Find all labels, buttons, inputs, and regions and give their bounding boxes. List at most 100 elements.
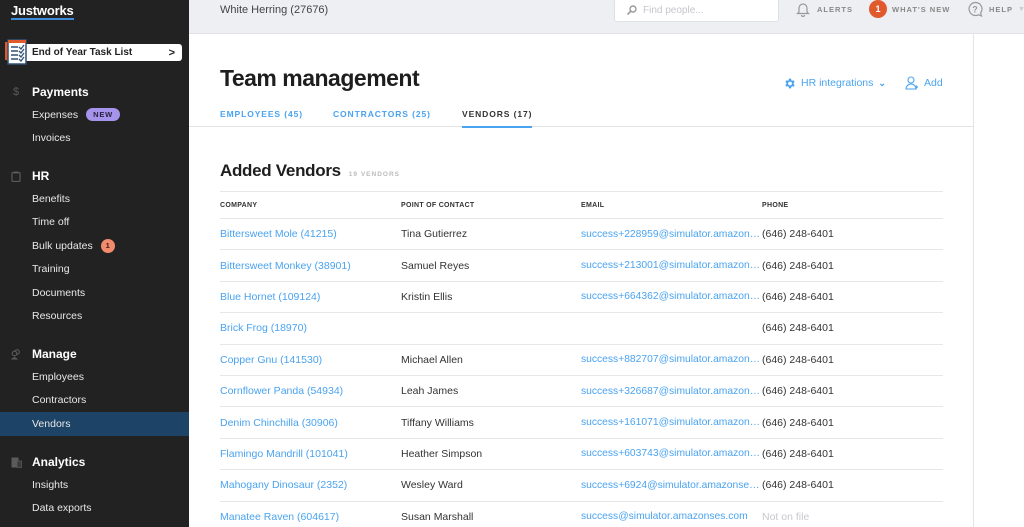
email-link[interactable]: success+603743@simulator.amazonses.com bbox=[581, 438, 762, 471]
email-link[interactable]: success+664362@simulator.amazonses.com bbox=[581, 281, 762, 314]
main-panel: Team management HR integrations ⌄ Add EM… bbox=[189, 34, 974, 527]
table-row[interactable]: Blue Hornet (109124) Kristin Ellis success… bbox=[220, 281, 943, 314]
column-header-contact[interactable]: POINT OF CONTACT bbox=[401, 191, 581, 219]
table-row[interactable]: Bittersweet Mole (41215) Tina Gutierrez su… bbox=[220, 218, 943, 251]
end-of-year-task-list-button[interactable]: End of Year Task List > bbox=[5, 39, 182, 65]
tab-employees[interactable]: EMPLOYEES (45) bbox=[220, 109, 303, 126]
whats-new-count-badge: 1 bbox=[869, 0, 887, 18]
vendors-table: COMPANY POINT OF CONTACT EMAIL PHONE Bit… bbox=[220, 191, 943, 527]
sidebar-item-label: Training bbox=[32, 263, 70, 276]
nav-header-analytics[interactable]: Analytics bbox=[0, 451, 189, 473]
email-link[interactable]: success+326687@simulator.amazonses.com bbox=[581, 375, 762, 408]
chevron-right-icon: > bbox=[168, 46, 175, 59]
sidebar-item-training[interactable]: Training bbox=[0, 258, 189, 282]
nav-header-label: HR bbox=[32, 169, 50, 183]
sidebar-item-label: Time off bbox=[32, 216, 70, 229]
email-link[interactable] bbox=[581, 312, 762, 345]
company-link[interactable]: Bittersweet Monkey (38901) bbox=[220, 249, 401, 282]
sidebar-item-label: Employees bbox=[32, 370, 84, 383]
phone-number: Not on file bbox=[762, 501, 943, 527]
phone-number: (646) 248-6401 bbox=[762, 406, 943, 439]
task-list-label: End of Year Task List bbox=[32, 47, 133, 58]
search-icon bbox=[626, 5, 637, 16]
nav-section-payments: $ Payments Expenses NEW Invoices bbox=[0, 81, 189, 150]
nav-header-hr[interactable]: HR bbox=[0, 165, 189, 187]
company-link[interactable]: Brick Frog (18970) bbox=[220, 312, 401, 345]
phone-number: (646) 248-6401 bbox=[762, 312, 943, 345]
contact-name: Michael Allen bbox=[401, 344, 581, 376]
phone-number: (646) 248-6401 bbox=[762, 469, 943, 502]
company-link[interactable]: Copper Gnu (141530) bbox=[220, 344, 401, 376]
phone-number: (646) 248-6401 bbox=[762, 249, 943, 282]
tab-vendors[interactable]: VENDORS (17) bbox=[462, 109, 533, 128]
tab-contractors[interactable]: CONTRACTORS (25) bbox=[333, 109, 431, 126]
sidebar-item-benefits[interactable]: Benefits bbox=[0, 187, 189, 211]
vendor-count: 19 VENDORS bbox=[348, 171, 400, 178]
justworks-logo[interactable]: Justworks bbox=[11, 4, 74, 20]
alerts-button[interactable]: ALERTS bbox=[795, 0, 853, 18]
sidebar-item-label: Data exports bbox=[32, 502, 92, 515]
table-row[interactable]: Manatee Raven (604617) Susan Marshall succ… bbox=[220, 501, 943, 527]
company-link[interactable]: Manatee Raven (604617) bbox=[220, 501, 401, 527]
hr-integrations-label: HR integrations bbox=[801, 77, 874, 89]
sidebar-item-data-exports[interactable]: Data exports bbox=[0, 497, 189, 521]
column-header-phone[interactable]: PHONE bbox=[762, 191, 943, 219]
help-label: HELP bbox=[989, 4, 1014, 14]
sidebar-item-label: Invoices bbox=[32, 132, 71, 145]
svg-text:?: ? bbox=[972, 4, 979, 14]
email-link[interactable]: success+161071@simulator.amazonses.com bbox=[581, 406, 762, 439]
company-link[interactable]: Denim Chinchilla (30906) bbox=[220, 406, 401, 439]
phone-number: (646) 248-6401 bbox=[762, 375, 943, 408]
sidebar-item-insights[interactable]: Insights bbox=[0, 473, 189, 497]
table-row[interactable]: Bittersweet Monkey (38901) Samuel Reyes su… bbox=[220, 249, 943, 282]
sidebar-item-resources[interactable]: Resources bbox=[0, 305, 189, 329]
sidebar-item-bulk-updates[interactable]: Bulk updates 1 bbox=[0, 234, 189, 258]
nav-header-payments[interactable]: $ Payments bbox=[0, 81, 189, 103]
sidebar-item-label: Insights bbox=[32, 478, 69, 491]
company-link[interactable]: Flamingo Mandrill (101041) bbox=[220, 438, 401, 471]
sidebar-item-time-off[interactable]: Time off bbox=[0, 211, 189, 235]
nav-header-manage[interactable]: Manage bbox=[0, 343, 189, 365]
search-box[interactable] bbox=[614, 0, 779, 22]
nav-header-label: Manage bbox=[32, 347, 77, 361]
sidebar-item-label: Expenses bbox=[32, 108, 79, 121]
sidebar: Justworks End of Year Task List > $ Paym… bbox=[0, 0, 189, 527]
sidebar-item-expenses[interactable]: Expenses NEW bbox=[0, 103, 189, 127]
table-row[interactable]: Brick Frog (18970) (646) 248-6401 bbox=[220, 312, 943, 345]
company-link[interactable]: Bittersweet Mole (41215) bbox=[220, 218, 401, 251]
contact-name: Susan Marshall bbox=[401, 501, 581, 527]
sidebar-item-contractors[interactable]: Contractors bbox=[0, 389, 189, 413]
add-label: Add bbox=[924, 77, 943, 89]
find-people-input[interactable] bbox=[643, 4, 773, 16]
checklist-icon bbox=[5, 39, 27, 65]
sidebar-item-invoices[interactable]: Invoices bbox=[0, 127, 189, 151]
company-link[interactable]: Mahogany Dinosaur (2352) bbox=[220, 469, 401, 502]
column-header-email[interactable]: EMAIL bbox=[581, 191, 762, 219]
company-link[interactable]: Blue Hornet (109124) bbox=[220, 281, 401, 314]
table-row[interactable]: Cornflower Panda (54934) Leah James succes… bbox=[220, 375, 943, 408]
table-row[interactable]: Mahogany Dinosaur (2352) Wesley Ward succe… bbox=[220, 469, 943, 502]
company-link[interactable]: Cornflower Panda (54934) bbox=[220, 375, 401, 408]
page-title: Team management bbox=[220, 65, 420, 91]
email-link[interactable]: success+882707@simulator.amazonses.com bbox=[581, 344, 762, 376]
email-link[interactable]: success+213001@simulator.amazonses.com bbox=[581, 249, 762, 282]
table-row[interactable]: Copper Gnu (141530) Michael Allen success+… bbox=[220, 344, 943, 376]
clipboard-icon bbox=[0, 171, 32, 182]
sidebar-item-documents[interactable]: Documents bbox=[0, 281, 189, 305]
whats-new-button[interactable]: 1 WHAT'S NEW bbox=[869, 0, 950, 18]
table-row[interactable]: Flamingo Mandrill (101041) Heather Simpso… bbox=[220, 438, 943, 471]
company-name[interactable]: White Herring (27676) bbox=[220, 4, 328, 16]
sidebar-item-vendors[interactable]: Vendors bbox=[0, 412, 189, 436]
email-link[interactable]: success+6924@simulator.amazonses.com bbox=[581, 469, 762, 502]
email-link[interactable]: success+228959@simulator.amazonses.com bbox=[581, 218, 762, 251]
table-row[interactable]: Denim Chinchilla (30906) Tiffany Williams… bbox=[220, 406, 943, 439]
email-link[interactable]: success@simulator.amazonses.com bbox=[581, 501, 762, 527]
add-vendor-button[interactable]: Add bbox=[905, 74, 943, 92]
chevron-down-icon: ⌄ bbox=[878, 77, 886, 88]
column-header-company[interactable]: COMPANY bbox=[220, 191, 401, 219]
hr-integrations-dropdown[interactable]: HR integrations ⌄ bbox=[783, 74, 886, 92]
contact-name: Leah James bbox=[401, 375, 581, 408]
help-button[interactable]: ? HELP ▼ bbox=[967, 0, 1024, 18]
sidebar-item-employees[interactable]: Employees bbox=[0, 365, 189, 389]
contact-name: Wesley Ward bbox=[401, 469, 581, 502]
